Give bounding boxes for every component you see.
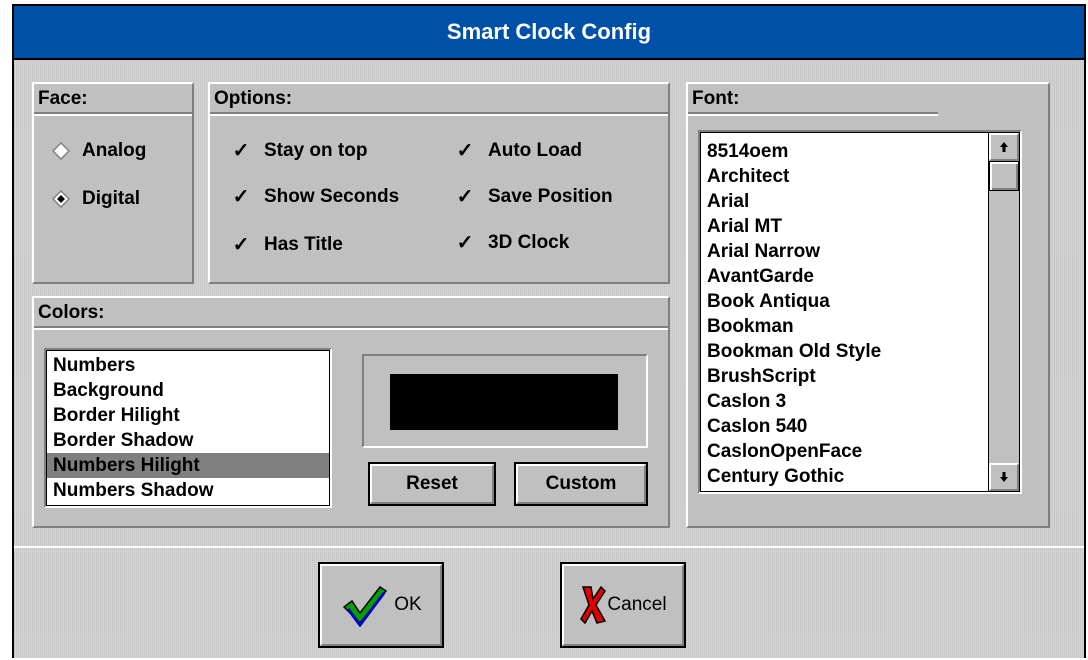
title-bar[interactable]: Smart Clock Config bbox=[14, 6, 1084, 60]
color-list-item[interactable]: Border Hilight bbox=[47, 403, 329, 428]
analog-radio[interactable]: Analog bbox=[52, 140, 146, 162]
font-list-item[interactable]: 8514oem bbox=[701, 139, 989, 164]
color-list-item[interactable]: Numbers Hilight bbox=[47, 453, 329, 478]
font-listbox[interactable]: 8514oem Architect Arial Arial MT Arial Narro… bbox=[698, 130, 1022, 494]
color-list-item[interactable]: Numbers bbox=[47, 353, 329, 378]
color-list-item[interactable]: Numbers Shadow bbox=[47, 478, 329, 503]
font-list-item[interactable]: Bookman bbox=[701, 314, 989, 339]
face-heading: Face: bbox=[34, 84, 192, 114]
save-position-checkbox[interactable]: ✓ Save Position bbox=[454, 186, 613, 208]
color-list-item[interactable]: Background bbox=[47, 378, 329, 403]
checkmark-icon: ✓ bbox=[232, 234, 250, 256]
checkmark-icon: ✓ bbox=[232, 186, 250, 208]
3d-clock-checkbox[interactable]: ✓ 3D Clock bbox=[454, 232, 570, 254]
custom-button-label: Custom bbox=[545, 473, 617, 494]
3d-clock-label: 3D Clock bbox=[488, 232, 570, 253]
stay-on-top-label: Stay on top bbox=[264, 140, 368, 161]
font-list-items: 8514oem Architect Arial Arial MT Arial Narro… bbox=[701, 139, 989, 489]
font-list-item[interactable]: Book Antiqua bbox=[701, 289, 989, 314]
has-title-label: Has Title bbox=[264, 234, 343, 255]
digital-label: Digital bbox=[82, 188, 141, 209]
font-list-item[interactable]: CaslonOpenFace bbox=[701, 439, 989, 464]
options-panel: Options: ✓ Stay on top ✓ Show Seconds ✓ … bbox=[208, 82, 670, 284]
dialog-client: Face: Analog Digital Options: ✓ Stay on … bbox=[14, 60, 1084, 546]
colors-heading: Colors: bbox=[34, 298, 668, 328]
font-list-item[interactable]: Arial Narrow bbox=[701, 239, 989, 264]
show-seconds-checkbox[interactable]: ✓ Show Seconds bbox=[230, 186, 400, 208]
font-list-item[interactable]: Arial MT bbox=[701, 214, 989, 239]
auto-load-checkbox[interactable]: ✓ Auto Load bbox=[454, 140, 582, 162]
font-list-item[interactable]: BrushScript bbox=[701, 364, 989, 389]
color-list-item[interactable]: Border Shadow bbox=[47, 428, 329, 453]
analog-label: Analog bbox=[82, 140, 147, 161]
cancel-button-label: Cancel bbox=[607, 594, 667, 615]
ok-button-label: OK bbox=[394, 594, 422, 615]
font-list-item[interactable]: AvantGarde bbox=[701, 264, 989, 289]
font-list-item[interactable]: Century Gothic bbox=[701, 464, 989, 489]
checkmark-icon: ✓ bbox=[456, 186, 474, 208]
face-panel: Face: Analog Digital bbox=[32, 82, 194, 284]
ok-button[interactable]: OK bbox=[318, 562, 444, 648]
color-swatch bbox=[390, 374, 618, 430]
cancel-button[interactable]: Cancel bbox=[560, 562, 686, 648]
red-x-icon bbox=[580, 585, 607, 625]
font-list-item[interactable]: Arial bbox=[701, 189, 989, 214]
checkmark-icon: ✓ bbox=[456, 232, 474, 254]
digital-radio[interactable]: Digital bbox=[52, 188, 140, 210]
colors-panel: Colors: Numbers Background Border Hilight B… bbox=[32, 296, 670, 528]
colors-listbox[interactable]: Numbers Background Border Hilight Border Sh… bbox=[44, 348, 332, 508]
button-bar: OK Cancel bbox=[14, 546, 1084, 658]
font-scrollbar[interactable] bbox=[988, 133, 1019, 491]
font-list-item[interactable]: Architect bbox=[701, 164, 989, 189]
colors-list-items: Numbers Background Border Hilight Border Sh… bbox=[46, 350, 330, 506]
stay-on-top-checkbox[interactable]: ✓ Stay on top bbox=[230, 140, 368, 162]
font-heading: Font: bbox=[688, 84, 938, 114]
window-title: Smart Clock Config bbox=[446, 19, 652, 44]
reset-button-label: Reset bbox=[406, 473, 458, 494]
scroll-thumb[interactable] bbox=[989, 161, 1019, 191]
show-seconds-label: Show Seconds bbox=[264, 186, 400, 207]
checkmark-icon: ✓ bbox=[232, 140, 250, 162]
color-swatch-well bbox=[362, 354, 648, 448]
custom-button[interactable]: Custom bbox=[514, 462, 648, 506]
scroll-down-arrow-icon[interactable] bbox=[989, 463, 1019, 491]
font-panel: Font: 8514oem Architect Arial Arial MT Arial… bbox=[686, 82, 1050, 528]
radio-selected-icon bbox=[52, 190, 70, 208]
checkmark-icon: ✓ bbox=[456, 140, 474, 162]
green-checkmark-icon bbox=[343, 585, 388, 627]
has-title-checkbox[interactable]: ✓ Has Title bbox=[230, 234, 343, 256]
options-heading: Options: bbox=[210, 84, 668, 114]
radio-empty-icon bbox=[52, 142, 70, 160]
auto-load-label: Auto Load bbox=[488, 140, 582, 161]
dialog-frame: Smart Clock Config Face: Analog Digital … bbox=[12, 4, 1086, 658]
font-list-item[interactable]: Bookman Old Style bbox=[701, 339, 989, 364]
font-list-item[interactable]: Caslon 540 bbox=[701, 414, 989, 439]
save-position-label: Save Position bbox=[488, 186, 613, 207]
reset-button[interactable]: Reset bbox=[368, 462, 496, 506]
font-list-item[interactable]: Caslon 3 bbox=[701, 389, 989, 414]
scroll-up-arrow-icon[interactable] bbox=[989, 133, 1019, 161]
